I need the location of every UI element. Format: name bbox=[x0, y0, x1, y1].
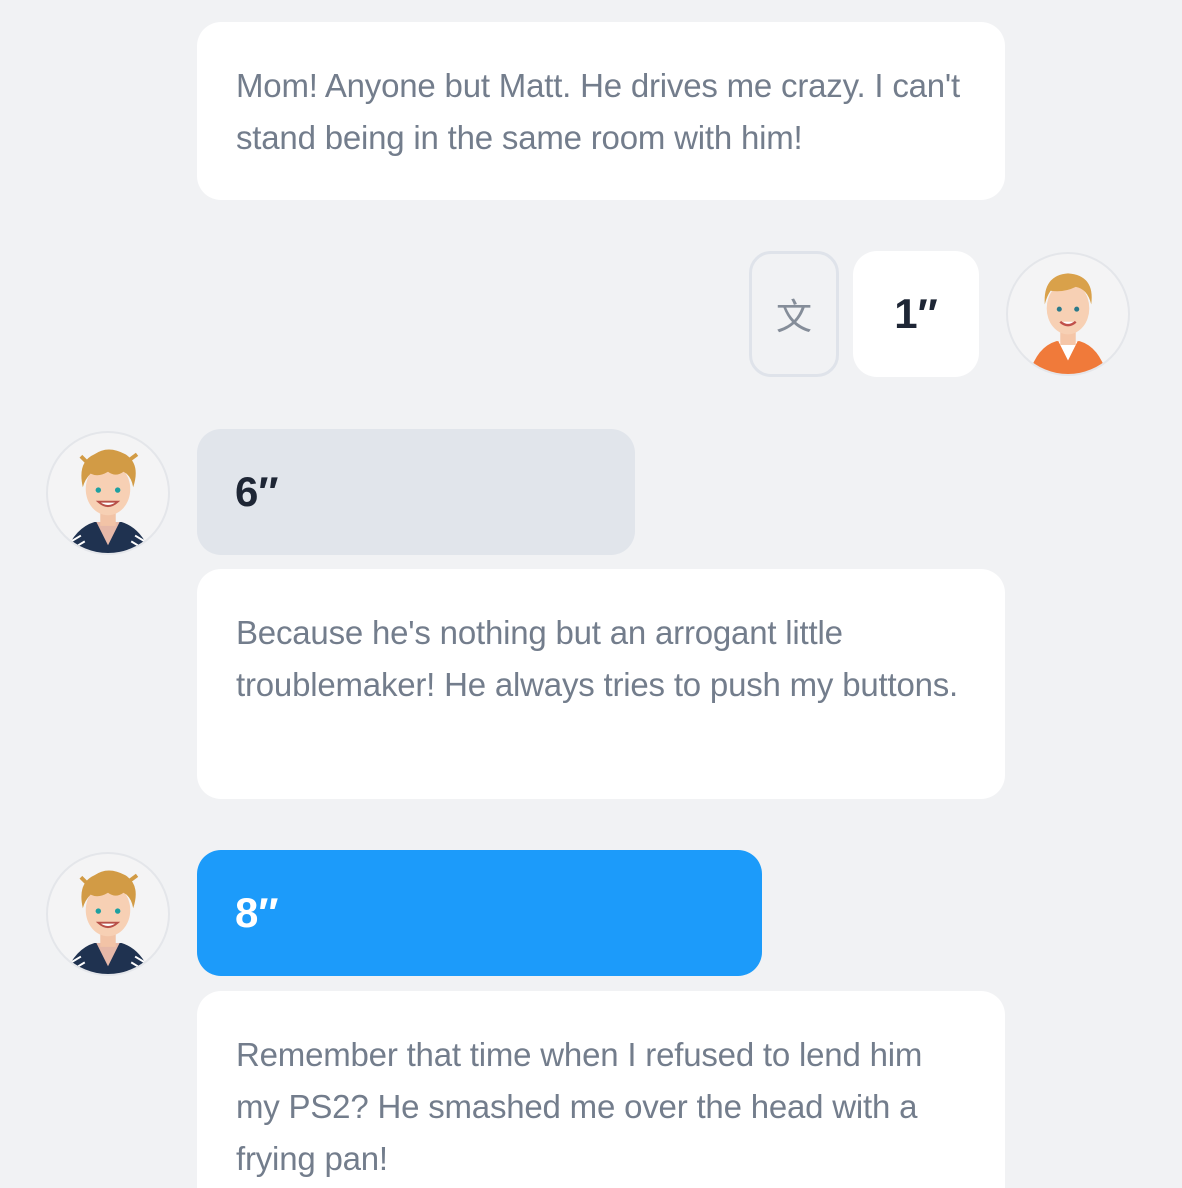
message-text: Because he's nothing but an arrogant lit… bbox=[236, 614, 959, 703]
contact-avatar[interactable] bbox=[46, 852, 170, 976]
message-text-card: Remember that time when I refused to len… bbox=[197, 991, 1005, 1188]
contact-avatar[interactable] bbox=[46, 431, 170, 555]
message-text: Remember that time when I refused to len… bbox=[236, 1036, 923, 1177]
translate-icon: 文 bbox=[775, 296, 812, 337]
message-text: Mom! Anyone but Matt. He drives me crazy… bbox=[236, 67, 960, 156]
voice-message-mine[interactable]: 1″ bbox=[853, 251, 979, 377]
contact-avatar-image bbox=[65, 870, 151, 974]
voice-message-contact[interactable]: 6″ bbox=[197, 429, 635, 555]
contact-avatar-image bbox=[65, 449, 151, 553]
message-text-card: Mom! Anyone but Matt. He drives me crazy… bbox=[197, 22, 1005, 200]
voice-duration: 1″ bbox=[894, 290, 938, 337]
user-avatar-image bbox=[1029, 273, 1107, 374]
voice-message-contact-playing[interactable]: 8″ bbox=[197, 850, 762, 976]
user-avatar[interactable] bbox=[1006, 252, 1130, 376]
chat-conversation: Mom! Anyone but Matt. He drives me crazy… bbox=[0, 0, 1182, 1188]
translate-button[interactable]: 文 bbox=[749, 251, 839, 377]
message-text-card: Because he's nothing but an arrogant lit… bbox=[197, 569, 1005, 799]
voice-duration: 6″ bbox=[235, 468, 279, 515]
voice-duration: 8″ bbox=[235, 889, 279, 936]
